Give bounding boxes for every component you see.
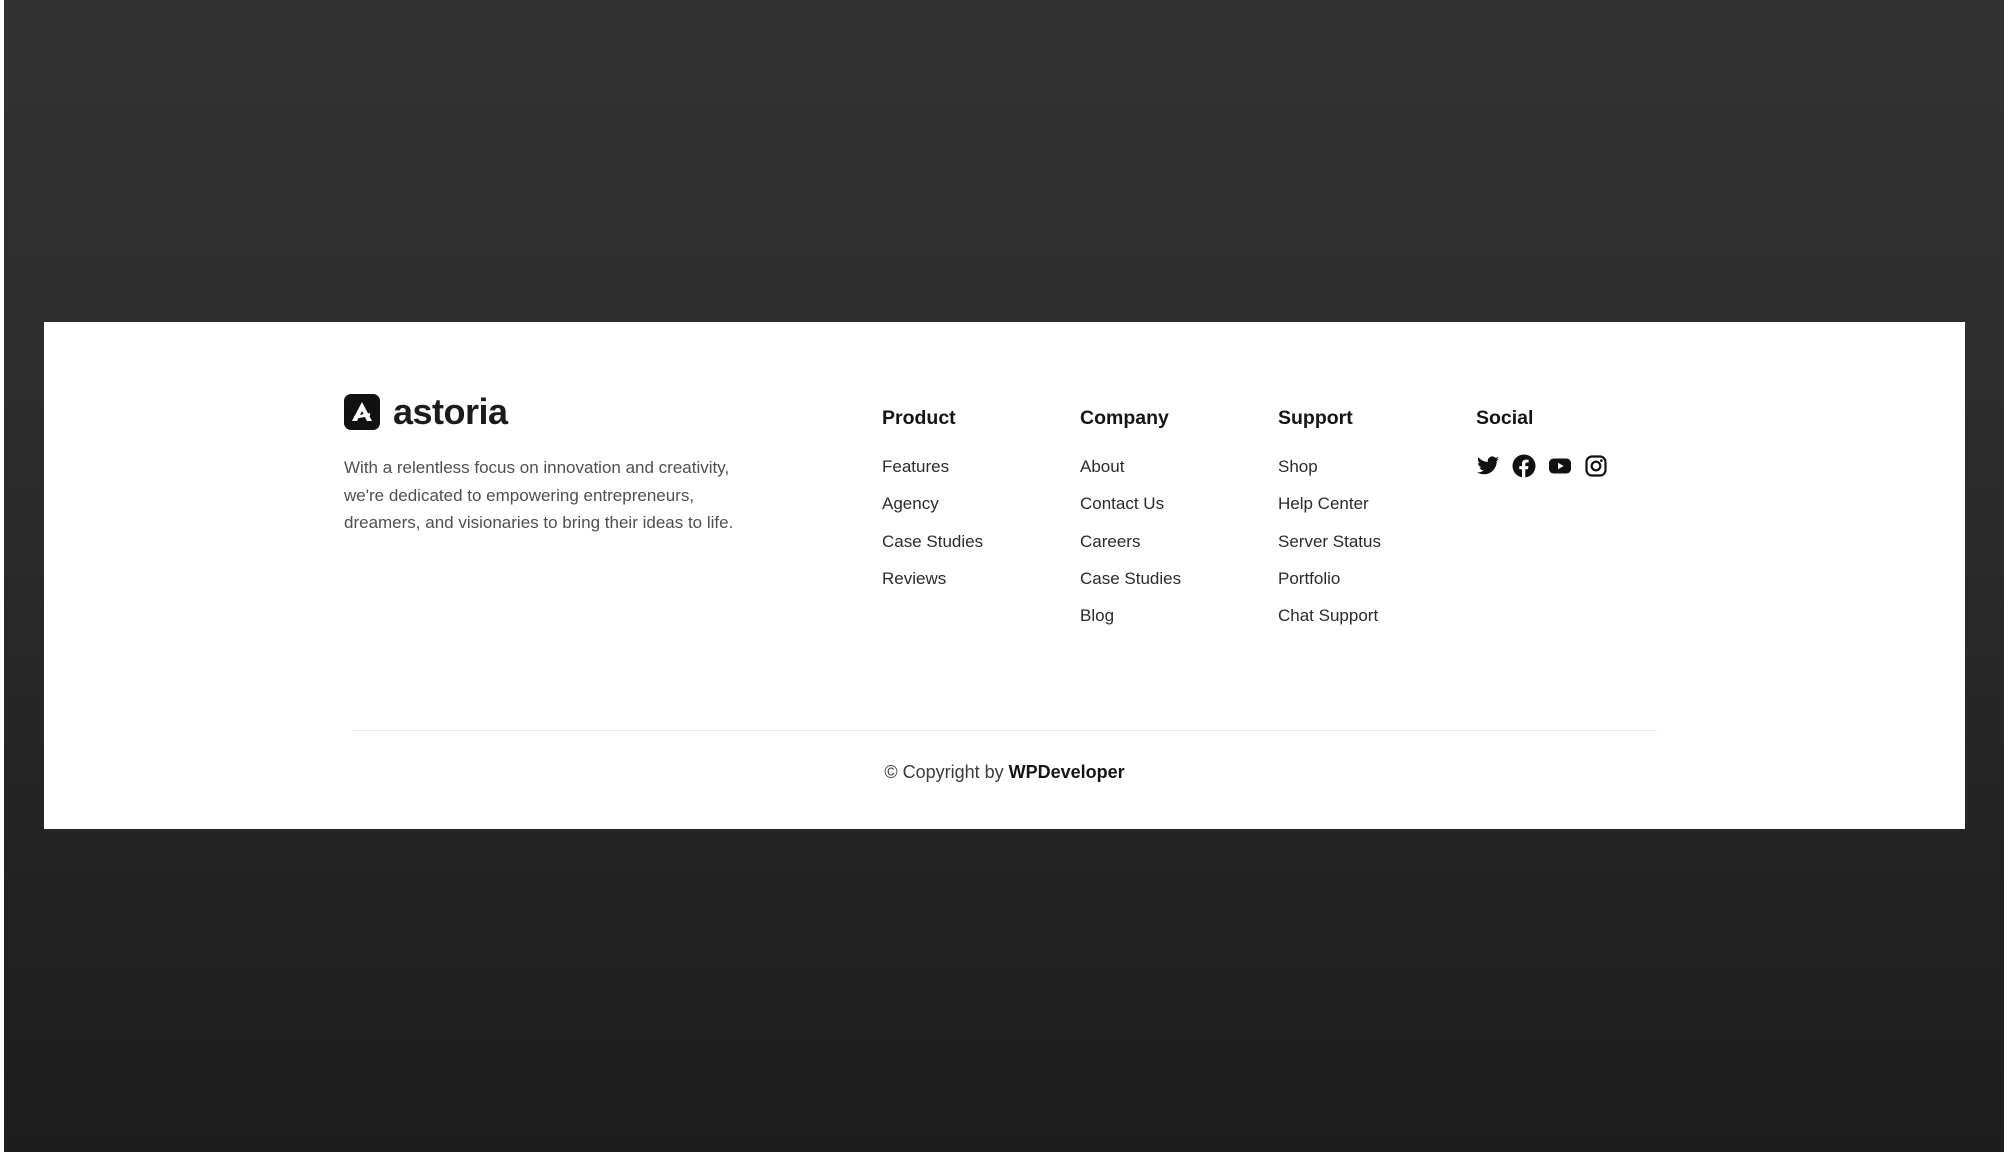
site-footer: astoria With a relentless focus on innov… [44,322,1965,829]
link-chat-support[interactable]: Chat Support [1278,605,1378,627]
link-shop[interactable]: Shop [1278,456,1318,478]
brand-name: astoria [393,391,508,432]
link-help-center[interactable]: Help Center [1278,493,1369,515]
copyright-owner-link[interactable]: WPDeveloper [1009,762,1125,782]
footer-column-product: Product Features Agency Case Studies Rev… [882,406,983,605]
footer-column-support: Support Shop Help Center Server Status P… [1278,406,1381,642]
link-server-status[interactable]: Server Status [1278,531,1381,553]
twitter-icon[interactable] [1476,454,1500,478]
copyright-text: © Copyright by [884,762,1009,782]
link-case-studies[interactable]: Case Studies [882,531,983,553]
footer-column-company: Company About Contact Us Careers Case St… [1080,406,1181,642]
youtube-icon[interactable] [1548,454,1572,478]
social-links [1476,454,1608,478]
copyright: © Copyright by WPDeveloper [44,762,1965,783]
link-about[interactable]: About [1080,456,1124,478]
link-contact-us[interactable]: Contact Us [1080,493,1164,515]
link-features[interactable]: Features [882,456,949,478]
instagram-icon[interactable] [1584,454,1608,478]
product-links: Features Agency Case Studies Reviews [882,456,983,605]
brand[interactable]: astoria [344,394,508,430]
column-title-product: Product [882,407,956,429]
link-blog[interactable]: Blog [1080,605,1114,627]
link-company-case-studies[interactable]: Case Studies [1080,568,1181,590]
link-portfolio[interactable]: Portfolio [1278,568,1340,590]
brand-tagline: With a relentless focus on innovation an… [344,458,734,532]
company-links: About Contact Us Careers Case Studies Bl… [1080,456,1181,642]
footer-column-social: Social [1476,406,1608,478]
column-title-social: Social [1476,407,1534,429]
link-reviews[interactable]: Reviews [882,568,946,590]
footer-divider [352,730,1657,731]
link-careers[interactable]: Careers [1080,531,1140,553]
column-title-company: Company [1080,407,1169,429]
facebook-icon[interactable] [1512,454,1536,478]
column-title-support: Support [1278,407,1353,429]
astoria-logo-icon [344,394,380,430]
link-agency[interactable]: Agency [882,493,939,515]
support-links: Shop Help Center Server Status Portfolio… [1278,456,1381,642]
